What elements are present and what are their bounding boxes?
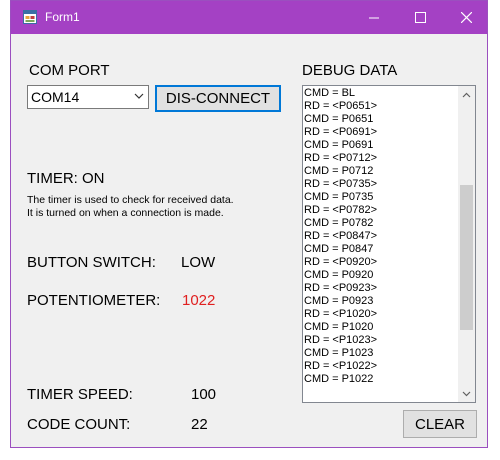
debug-line[interactable]: RD = <P0782> xyxy=(304,204,458,217)
com-port-value: COM14 xyxy=(31,89,80,105)
timer-description-line2: It is turned on when a connection is mad… xyxy=(27,207,224,219)
debug-line[interactable]: CMD = P0735 xyxy=(304,191,458,204)
chevron-down-icon xyxy=(134,93,144,99)
debug-line[interactable]: CMD = P0920 xyxy=(304,269,458,282)
debug-line[interactable]: RD = <P0923> xyxy=(304,282,458,295)
close-button[interactable] xyxy=(443,1,489,34)
minimize-icon xyxy=(368,17,379,19)
button-switch-value: LOW xyxy=(181,254,216,271)
disconnect-button[interactable]: DIS-CONNECT xyxy=(155,85,281,112)
debug-line[interactable]: CMD = P0712 xyxy=(304,165,458,178)
maximize-icon xyxy=(414,12,426,23)
scroll-down-button[interactable] xyxy=(458,385,475,402)
debug-line[interactable]: CMD = P0651 xyxy=(304,113,458,126)
timer-description-line1: The timer is used to check for received … xyxy=(27,194,234,206)
form-window: Form1 COM PORT COM14 DIS-CONNECT TIMER: … xyxy=(10,0,488,448)
com-port-label: COM PORT xyxy=(29,62,110,79)
potentiometer-value: 1022 xyxy=(182,292,216,309)
debug-listbox[interactable]: CMD = BL RD = <P0651> CMD = P0651 RD = <P06… xyxy=(302,85,476,403)
timer-speed-value: 100 xyxy=(191,386,217,403)
timer-speed-label: TIMER SPEED: xyxy=(27,386,133,403)
debug-line[interactable]: RD = <P0712> xyxy=(304,152,458,165)
debug-line[interactable]: CMD = BL xyxy=(304,87,458,100)
debug-line[interactable]: CMD = P1023 xyxy=(304,347,458,360)
debug-line[interactable]: CMD = P0782 xyxy=(304,217,458,230)
debug-line[interactable]: RD = <P0847> xyxy=(304,230,458,243)
close-icon xyxy=(460,12,472,23)
scroll-thumb[interactable] xyxy=(460,185,473,331)
potentiometer-label: POTENTIOMETER: xyxy=(27,292,161,309)
code-count-value: 22 xyxy=(191,416,208,433)
debug-line[interactable]: RD = <P0735> xyxy=(304,178,458,191)
debug-line[interactable]: CMD = P0847 xyxy=(304,243,458,256)
debug-line[interactable]: CMD = P0691 xyxy=(304,139,458,152)
maximize-button[interactable] xyxy=(397,1,443,34)
scroll-up-button[interactable] xyxy=(458,86,475,103)
debug-line[interactable]: RD = <P1023> xyxy=(304,334,458,347)
com-port-select[interactable]: COM14 xyxy=(27,85,149,109)
button-switch-label: BUTTON SWITCH: xyxy=(27,254,156,271)
debug-line[interactable]: CMD = P1020 xyxy=(304,321,458,334)
chevron-down-icon xyxy=(462,391,471,396)
debug-list: CMD = BL RD = <P0651> CMD = P0651 RD = <P06… xyxy=(304,87,458,386)
app-icon xyxy=(23,10,37,24)
vertical-scrollbar[interactable] xyxy=(458,86,475,402)
debug-line[interactable]: CMD = P1022 xyxy=(304,373,458,386)
debug-line[interactable]: RD = <P1022> xyxy=(304,360,458,373)
debug-line[interactable]: RD = <P0691> xyxy=(304,126,458,139)
debug-line[interactable]: RD = <P1020> xyxy=(304,308,458,321)
clear-button[interactable]: CLEAR xyxy=(403,410,477,438)
title-bar[interactable]: Form1 xyxy=(11,1,487,34)
debug-line[interactable]: RD = <P0651> xyxy=(304,100,458,113)
debug-line[interactable]: RD = <P0920> xyxy=(304,256,458,269)
debug-data-label: DEBUG DATA xyxy=(302,62,398,79)
code-count-label: CODE COUNT: xyxy=(27,416,131,433)
debug-line[interactable]: CMD = P0923 xyxy=(304,295,458,308)
minimize-button[interactable] xyxy=(351,1,397,34)
timer-status: TIMER: ON xyxy=(27,170,105,187)
chevron-up-icon xyxy=(462,92,471,97)
window-title: Form1 xyxy=(45,10,80,24)
